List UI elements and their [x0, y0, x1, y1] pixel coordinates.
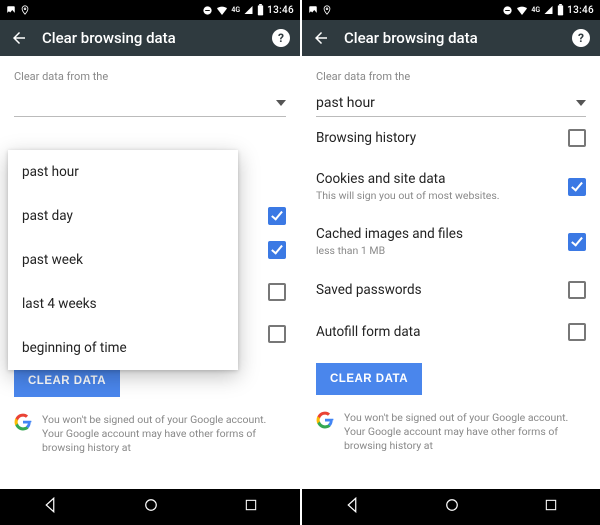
- help-icon[interactable]: ?: [272, 29, 290, 47]
- signal-icon: [243, 5, 254, 15]
- status-bar: 4G 13:46: [0, 0, 300, 20]
- dropdown-value: past hour: [316, 95, 375, 111]
- info-footer: You won't be signed out of your Google a…: [14, 413, 286, 456]
- caret-down-icon: [576, 100, 586, 106]
- nav-recents-icon[interactable]: [243, 497, 259, 517]
- row-label: Browsing history: [316, 130, 416, 146]
- time-range-menu: past hour past day past week last 4 week…: [8, 150, 238, 370]
- row-label: Cached images and files: [316, 226, 463, 242]
- checkbox[interactable]: [568, 129, 586, 147]
- dnd-icon: [202, 5, 213, 16]
- row-autofill[interactable]: Autofill form data: [302, 311, 600, 353]
- image-icon: [308, 5, 318, 15]
- section-label: Clear data from the: [302, 56, 600, 89]
- menu-item[interactable]: past week: [8, 238, 238, 282]
- wifi-icon: [216, 5, 228, 15]
- nav-recents-icon[interactable]: [543, 497, 559, 517]
- google-logo-icon: [14, 413, 32, 431]
- nav-back-icon[interactable]: [343, 496, 361, 518]
- android-navbar: [302, 489, 600, 525]
- net-type: 4G: [231, 6, 240, 14]
- row-sub: This will sign you out of most websites.: [316, 189, 500, 202]
- row-label: Autofill form data: [316, 324, 420, 340]
- net-type: 4G: [531, 6, 540, 14]
- clear-data-button[interactable]: CLEAR DATA: [316, 363, 422, 395]
- image-icon: [6, 5, 16, 15]
- clock: 13:46: [567, 5, 594, 16]
- row-label: Saved passwords: [316, 282, 422, 298]
- menu-item[interactable]: last 4 weeks: [8, 282, 238, 326]
- section-label: Clear data from the: [0, 56, 300, 89]
- menu-item[interactable]: beginning of time: [8, 326, 238, 370]
- content-area: Clear data from the past hour Browsing h…: [302, 56, 600, 489]
- back-icon[interactable]: [312, 29, 330, 47]
- checkbox[interactable]: [268, 241, 286, 259]
- info-text: You won't be signed out of your Google a…: [42, 413, 286, 456]
- menu-item[interactable]: past hour: [8, 150, 238, 194]
- checkbox[interactable]: [568, 178, 586, 196]
- nav-home-icon[interactable]: [142, 496, 160, 518]
- caret-down-icon: [276, 100, 286, 106]
- battery-icon: [257, 4, 264, 16]
- android-navbar: [0, 489, 300, 525]
- page-title: Clear browsing data: [344, 29, 558, 47]
- help-icon[interactable]: ?: [572, 29, 590, 47]
- checkbox[interactable]: [568, 233, 586, 251]
- page-title: Clear browsing data: [42, 29, 258, 47]
- checkbox[interactable]: [268, 283, 286, 301]
- time-range-dropdown[interactable]: [14, 89, 286, 117]
- screen-right: 4G 13:46 Clear browsing data ? Clear dat…: [300, 0, 600, 525]
- status-bar: 4G 13:46: [302, 0, 600, 20]
- location-icon: [20, 5, 30, 15]
- menu-item[interactable]: past day: [8, 194, 238, 238]
- time-range-dropdown[interactable]: past hour: [316, 89, 586, 117]
- signal-icon: [543, 5, 554, 15]
- dnd-icon: [502, 5, 513, 16]
- content-area: Clear data from the Saved passwords Auto…: [0, 56, 300, 489]
- google-logo-icon: [316, 411, 334, 429]
- nav-home-icon[interactable]: [443, 496, 461, 518]
- nav-back-icon[interactable]: [41, 496, 59, 518]
- checkbox[interactable]: [268, 207, 286, 225]
- battery-icon: [557, 4, 564, 16]
- back-icon[interactable]: [10, 29, 28, 47]
- wifi-icon: [516, 5, 528, 15]
- info-text: You won't be signed out of your Google a…: [344, 411, 586, 454]
- checkbox[interactable]: [568, 281, 586, 299]
- row-label: Cookies and site data: [316, 171, 500, 187]
- app-bar: Clear browsing data ?: [302, 20, 600, 56]
- row-saved-passwords[interactable]: Saved passwords: [302, 269, 600, 311]
- row-sub: less than 1 MB: [316, 244, 463, 257]
- info-footer: You won't be signed out of your Google a…: [316, 411, 586, 454]
- row-browsing-history[interactable]: Browsing history: [302, 117, 600, 159]
- clock: 13:46: [267, 5, 294, 16]
- app-bar: Clear browsing data ?: [0, 20, 300, 56]
- screen-left: 4G 13:46 Clear browsing data ? Clear dat…: [0, 0, 300, 525]
- checkbox[interactable]: [268, 325, 286, 343]
- checkbox[interactable]: [568, 323, 586, 341]
- row-cache[interactable]: Cached images and files less than 1 MB: [302, 214, 600, 269]
- location-icon: [322, 5, 332, 15]
- row-cookies[interactable]: Cookies and site data This will sign you…: [302, 159, 600, 214]
